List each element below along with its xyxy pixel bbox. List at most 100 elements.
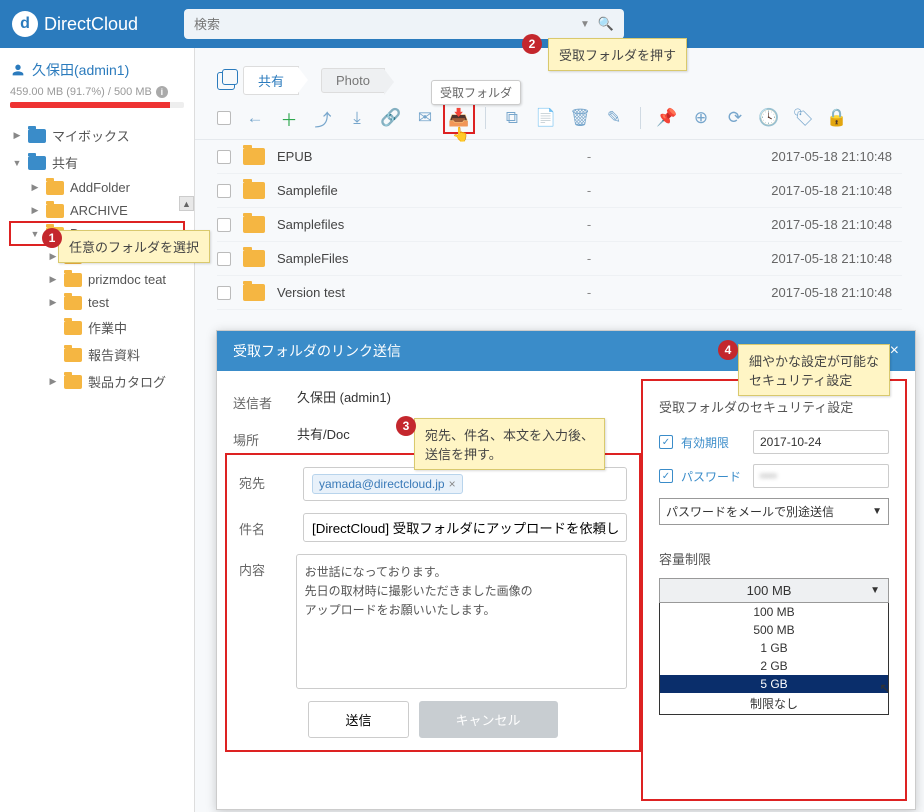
cancel-button[interactable]: キャンセル: [419, 701, 558, 738]
sidebar-item-addfolder[interactable]: ▶AddFolder: [10, 176, 184, 199]
receive-folder-icon[interactable]: 受取フォルダ 📥 👆: [449, 108, 469, 128]
chip-text: yamada@directcloud.jp: [319, 477, 445, 491]
brand-text: DirectCloud: [44, 14, 138, 35]
capacity-option[interactable]: 2 GB: [660, 657, 888, 675]
body-field[interactable]: [296, 554, 627, 689]
usage-bar: [10, 102, 184, 108]
dialog-title: 受取フォルダのリンク送信: [233, 341, 401, 361]
capacity-option[interactable]: 1 GB: [660, 639, 888, 657]
separator: [640, 107, 641, 129]
sidebar-item-mybox[interactable]: ▶ マイボックス: [10, 122, 184, 149]
capacity-option[interactable]: 制限なし: [660, 693, 888, 714]
user-row[interactable]: 久保田(admin1): [10, 60, 184, 80]
lock-icon[interactable]: 🔒: [827, 108, 847, 128]
callout-2: 受取フォルダを押す: [548, 38, 687, 71]
chevron-down-icon: ▼: [872, 506, 882, 517]
expire-checkbox[interactable]: ✓: [659, 435, 673, 449]
zoom-icon[interactable]: ⊕: [691, 108, 711, 128]
file-size: -: [529, 183, 649, 198]
send-button[interactable]: 送信: [308, 701, 408, 738]
file-date: 2017-05-18 21:10:48: [661, 251, 902, 266]
row-checkbox[interactable]: [217, 252, 231, 266]
sidebar-item-working[interactable]: 作業中: [10, 314, 184, 341]
sidebar-item-report[interactable]: 報告資料: [10, 341, 184, 368]
link-icon[interactable]: 🔗: [381, 108, 401, 128]
row-checkbox[interactable]: [217, 150, 231, 164]
capacity-option-selected[interactable]: 5 GB: [660, 675, 888, 693]
row-checkbox[interactable]: [217, 218, 231, 232]
sidebar-item-catalog[interactable]: ▶製品カタログ: [10, 368, 184, 395]
download-icon[interactable]: ⤓: [347, 108, 367, 128]
move-icon[interactable]: 📄: [536, 108, 556, 128]
sidebar-item-prizmdoc[interactable]: ▶prizmdoc teat: [10, 268, 184, 291]
search-icon[interactable]: 🔍: [598, 16, 614, 32]
callout-badge-3: 3: [396, 416, 416, 436]
expire-value[interactable]: 2017-10-24: [753, 430, 889, 454]
back-icon[interactable]: ←: [245, 108, 265, 128]
history-icon[interactable]: 🕓: [759, 108, 779, 128]
file-name: Samplefile: [277, 183, 517, 198]
table-row[interactable]: EPUB-2017-05-18 21:10:48: [217, 140, 902, 174]
copy-icon[interactable]: [217, 72, 235, 90]
crumb-share[interactable]: 共有: [243, 66, 299, 95]
subject-field[interactable]: [303, 513, 627, 542]
pin-icon[interactable]: 📌: [657, 108, 677, 128]
select-all-checkbox[interactable]: [217, 111, 231, 125]
folder-icon: [64, 321, 82, 335]
capacity-dropdown[interactable]: 100 MB ▼ 100 MB 500 MB 1 GB 2 GB 5 GB 制限…: [659, 578, 889, 715]
toolbar: ← ＋ ⤴ ⤓ 🔗 ✉ 受取フォルダ 📥 👆 ⧉ 📄 🗑 ✎ 📌 ⊕ ⟳ 🕓 🏷…: [195, 103, 924, 140]
row-checkbox[interactable]: [217, 286, 231, 300]
refresh-icon[interactable]: ⟳: [725, 108, 745, 128]
search-box[interactable]: ▼ 🔍: [184, 9, 624, 39]
new-folder-icon[interactable]: ＋: [279, 108, 299, 128]
crumb-photo[interactable]: Photo: [321, 68, 385, 93]
scroll-up-icon[interactable]: ▲: [179, 196, 194, 211]
sidebar-item-archive[interactable]: ▶ARCHIVE: [10, 199, 184, 222]
expire-label: 有効期限: [681, 434, 745, 451]
send-link-dialog: 受取フォルダのリンク送信 × 送信者久保田 (admin1) 場所共有/Doc …: [216, 330, 916, 810]
table-row[interactable]: Samplefile-2017-05-18 21:10:48: [217, 174, 902, 208]
upload-icon[interactable]: ⤴: [313, 108, 333, 128]
table-row[interactable]: Version test-2017-05-18 21:10:48: [217, 276, 902, 310]
close-icon[interactable]: ×: [890, 342, 899, 360]
to-field[interactable]: yamada@directcloud.jp ×: [303, 467, 627, 501]
info-icon[interactable]: i: [156, 86, 168, 98]
copy-icon[interactable]: ⧉: [502, 108, 522, 128]
edit-icon[interactable]: ✎: [604, 108, 624, 128]
file-size: -: [529, 217, 649, 232]
usage-text: 459.00 MB (91.7%) / 500 MB: [10, 86, 152, 98]
table-row[interactable]: Samplefiles-2017-05-18 21:10:48: [217, 208, 902, 242]
tag-icon[interactable]: 🏷: [793, 108, 813, 128]
capacity-label: 容量制限: [659, 549, 889, 568]
callout-1: 任意のフォルダを選択: [58, 230, 210, 263]
user-name: 久保田(admin1): [32, 60, 129, 80]
chip-remove-icon[interactable]: ×: [449, 477, 456, 491]
tree-label: マイボックス: [52, 126, 130, 145]
folder-icon: [28, 129, 46, 143]
password-mail-select[interactable]: パスワードをメールで別途送信 ▼: [659, 498, 889, 525]
file-list: EPUB-2017-05-18 21:10:48 Samplefile-2017…: [195, 140, 924, 310]
row-checkbox[interactable]: [217, 184, 231, 198]
mail-icon[interactable]: ✉: [415, 108, 435, 128]
sidebar-item-test[interactable]: ▶test: [10, 291, 184, 314]
folder-icon: [243, 216, 265, 233]
search-input[interactable]: [194, 17, 580, 32]
recipient-chip[interactable]: yamada@directcloud.jp ×: [312, 474, 463, 494]
delete-icon[interactable]: 🗑: [570, 108, 590, 128]
chevron-down-icon: ▼: [870, 585, 880, 596]
folder-icon: [46, 181, 64, 195]
tree-label: 製品カタログ: [88, 372, 166, 391]
tree-label: 作業中: [88, 318, 127, 337]
password-checkbox[interactable]: ✓: [659, 469, 673, 483]
receive-folder-tooltip: 受取フォルダ: [431, 80, 521, 105]
password-value[interactable]: ••••: [753, 464, 889, 488]
sender-label: 送信者: [233, 387, 281, 412]
capacity-option[interactable]: 500 MB: [660, 621, 888, 639]
sidebar-item-share[interactable]: ▼ 共有: [10, 149, 184, 176]
callout-4: 細やかな設定が可能な セキュリティ設定: [738, 344, 890, 396]
capacity-option[interactable]: 100 MB: [660, 603, 888, 621]
search-dropdown-icon[interactable]: ▼: [580, 19, 590, 30]
folder-icon: [243, 250, 265, 267]
table-row[interactable]: SampleFiles-2017-05-18 21:10:48: [217, 242, 902, 276]
to-label: 宛先: [239, 467, 287, 492]
